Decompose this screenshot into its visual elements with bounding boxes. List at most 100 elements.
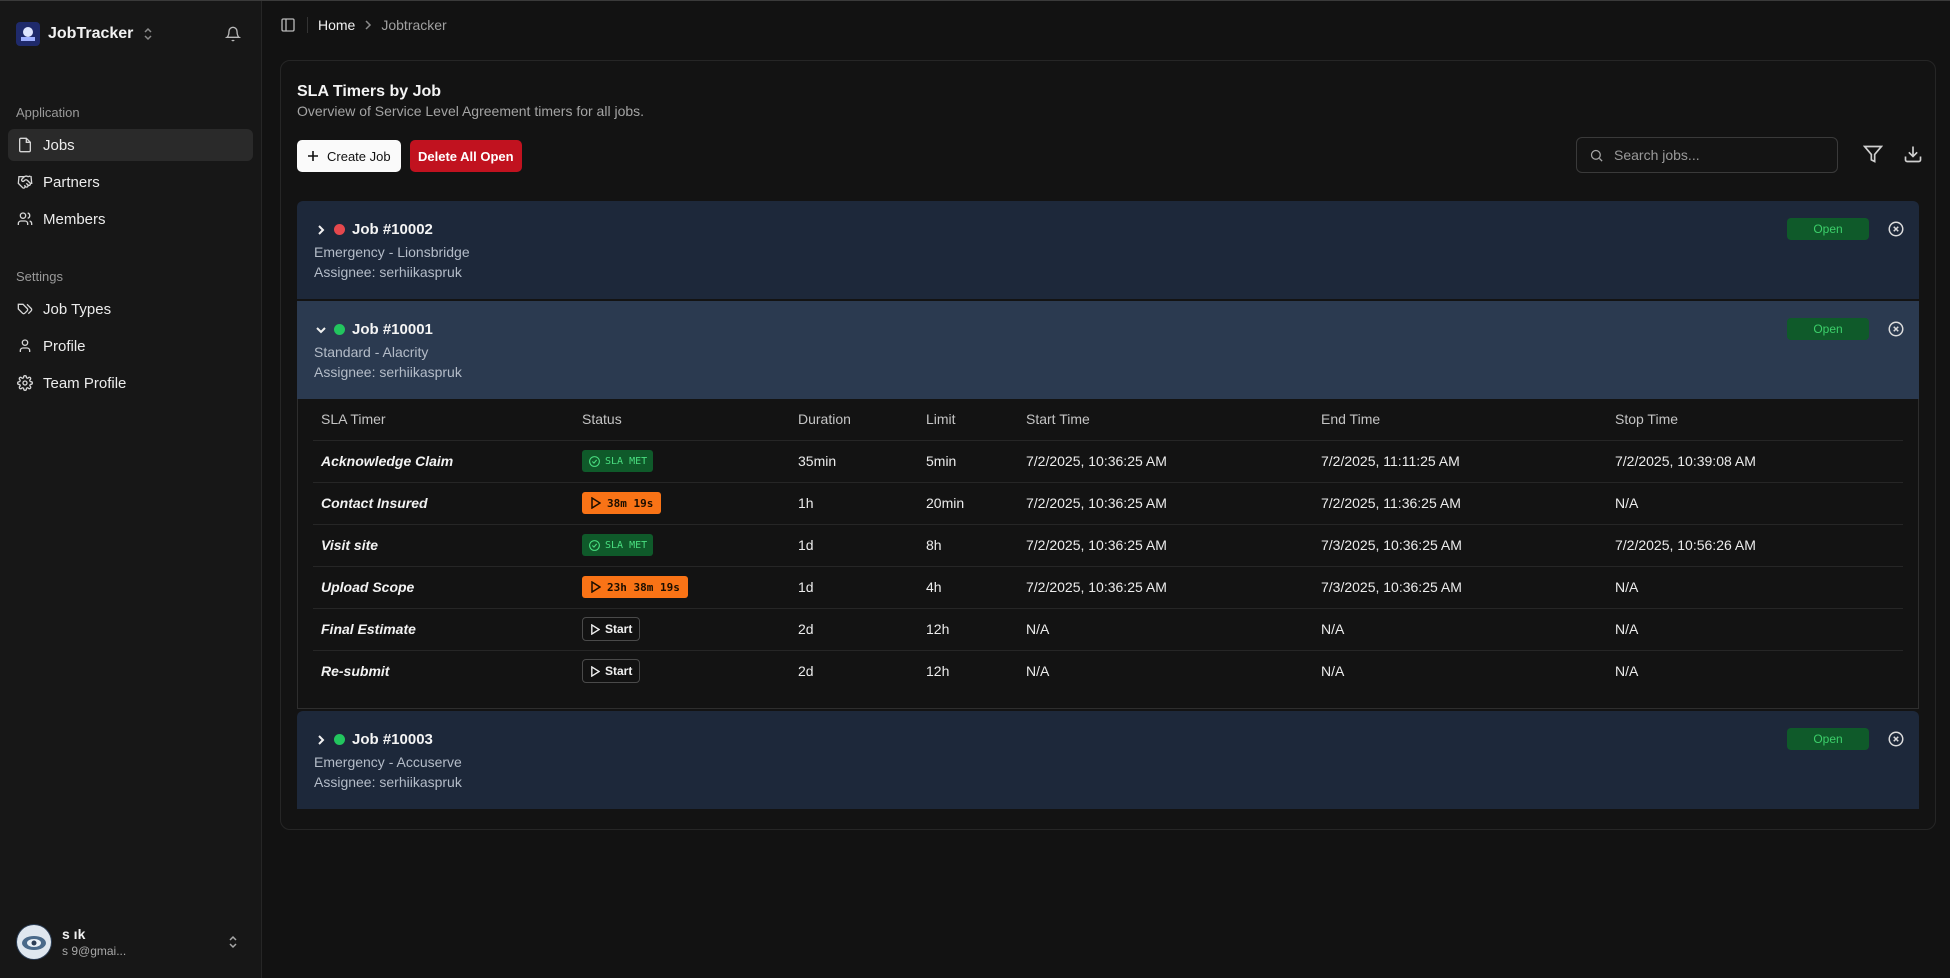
sla-duration: 35min xyxy=(790,440,918,483)
col-stop-time: Stop Time xyxy=(1607,399,1903,441)
col-duration: Duration xyxy=(790,399,918,441)
col-sla-timer: SLA Timer xyxy=(313,399,574,441)
start-label: Start xyxy=(605,622,633,636)
table-row: Contact Insured 38m 19s 1h 20min 7/2/202… xyxy=(313,482,1903,525)
delete-all-open-label: Delete All Open xyxy=(418,148,514,164)
sidebar-item-label: Team Profile xyxy=(43,374,127,392)
sidebar-toggle-icon[interactable] xyxy=(280,17,296,33)
col-status: Status xyxy=(574,399,790,441)
job-type: Standard - Alacrity xyxy=(314,344,429,360)
breadcrumb-current: Jobtracker xyxy=(381,17,447,33)
sla-duration: 2d xyxy=(790,608,918,651)
table-row: Upload Scope 23h 38m 19s 1d 4h 7/2/2025,… xyxy=(313,566,1903,609)
sla-status-text: 23h 38m 19s xyxy=(607,580,680,594)
status-badge: Open xyxy=(1787,218,1869,240)
sla-name: Re-submit xyxy=(321,663,390,680)
sla-status-text: SLA MET xyxy=(605,539,648,551)
sla-table: SLA Timer Status Duration Limit Start Ti… xyxy=(313,399,1903,692)
job-panel-10001[interactable]: Job #10001 Standard - Alacrity Assignee:… xyxy=(297,301,1919,399)
create-job-label: Create Job xyxy=(327,148,391,164)
sla-end: N/A xyxy=(1313,608,1607,651)
close-circle-icon[interactable] xyxy=(1887,320,1905,338)
close-circle-icon[interactable] xyxy=(1887,220,1905,238)
sidebar-item-label: Job Types xyxy=(43,300,112,318)
table-row: Acknowledge Claim SLA MET 35min 5min 7/2… xyxy=(313,440,1903,483)
running-timer-badge[interactable]: 23h 38m 19s xyxy=(582,576,688,598)
status-badge: Open xyxy=(1787,318,1869,340)
sidebar-item-label: Members xyxy=(43,210,106,228)
sla-status-text: 38m 19s xyxy=(607,496,654,510)
sla-duration: 1h xyxy=(790,482,918,525)
search-box[interactable] xyxy=(1576,137,1838,173)
start-timer-button[interactable]: Start xyxy=(582,617,641,641)
sidebar-item-label: Jobs xyxy=(43,136,75,154)
sla-limit: 4h xyxy=(918,566,1018,609)
job-panel-10003[interactable]: Job #10003 Emergency - Accuserve Assigne… xyxy=(297,711,1919,809)
sla-duration: 2d xyxy=(798,663,814,680)
job-title: Job #10001 xyxy=(352,321,433,338)
table-row: Final Estimate Start 2d 12h N/A N/A N/A xyxy=(313,608,1903,651)
chevron-down-icon[interactable] xyxy=(315,324,327,336)
sidebar-item-job-types[interactable]: Job Types xyxy=(8,293,253,325)
job-assignee: Assignee: serhiikaspruk xyxy=(314,264,462,280)
chevron-right-icon[interactable] xyxy=(315,734,327,746)
user-name: s ık xyxy=(62,926,86,942)
sidebar-item-members[interactable]: Members xyxy=(8,203,253,235)
job-assignee: Assignee: serhiikaspruk xyxy=(314,364,462,380)
sla-timers-card: SLA Timers by Job Overview of Service Le… xyxy=(280,60,1936,830)
job-assignee: Assignee: serhiikaspruk xyxy=(314,774,462,790)
start-timer-button[interactable]: Start xyxy=(582,659,641,684)
sla-stop: N/A xyxy=(1607,608,1903,651)
create-job-button[interactable]: Create Job xyxy=(297,140,401,172)
sla-start: 7/2/2025, 10:36:25 AM xyxy=(1018,566,1313,609)
sidebar-item-team-profile[interactable]: Team Profile xyxy=(8,367,253,399)
sla-met-badge: SLA MET xyxy=(582,450,654,472)
col-start-time: Start Time xyxy=(1018,399,1313,441)
start-label: Start xyxy=(605,664,633,679)
chevron-right-icon xyxy=(363,20,373,30)
play-icon xyxy=(590,623,600,635)
sla-end: 7/2/2025, 11:36:25 AM xyxy=(1313,482,1607,525)
sla-start: N/A xyxy=(1026,663,1050,680)
play-icon xyxy=(590,497,601,509)
sidebar-item-profile[interactable]: Profile xyxy=(8,330,253,362)
app-logo xyxy=(16,22,40,46)
sla-start: 7/2/2025, 10:36:25 AM xyxy=(1018,440,1313,483)
page-subtitle: Overview of Service Level Agreement time… xyxy=(297,103,645,119)
running-timer-badge[interactable]: 38m 19s xyxy=(582,492,662,514)
sla-name: Acknowledge Claim xyxy=(313,440,574,483)
top-bar: Home Jobtracker xyxy=(262,1,1950,49)
sla-name: Final Estimate xyxy=(313,608,574,651)
sidebar-item-label: Partners xyxy=(43,173,100,191)
sla-end: 7/3/2025, 10:36:25 AM xyxy=(1313,524,1607,567)
delete-all-open-button[interactable]: Delete All Open xyxy=(410,140,522,172)
header-divider xyxy=(307,17,308,33)
filter-icon[interactable] xyxy=(1863,144,1883,164)
nav-group-application: Application xyxy=(16,105,80,120)
play-icon xyxy=(590,665,600,677)
sidebar-item-label: Profile xyxy=(43,337,86,355)
download-icon[interactable] xyxy=(1903,144,1923,164)
sidebar-item-partners[interactable]: Partners xyxy=(8,166,253,198)
nav-group-settings: Settings xyxy=(16,269,63,284)
sla-met-badge: SLA MET xyxy=(582,534,654,556)
search-input[interactable] xyxy=(1614,147,1814,163)
chevron-updown-icon xyxy=(228,935,238,949)
chevron-right-icon[interactable] xyxy=(315,224,327,236)
sla-stop: N/A xyxy=(1607,482,1903,525)
sla-stop: 7/2/2025, 10:56:26 AM xyxy=(1607,524,1903,567)
sla-name: Contact Insured xyxy=(313,482,574,525)
job-panel-10002[interactable]: Job #10002 Emergency - Lionsbridge Assig… xyxy=(297,201,1919,299)
user-menu[interactable]: s ık s 9@gmai... xyxy=(8,915,253,969)
col-end-time: End Time xyxy=(1313,399,1607,441)
close-circle-icon[interactable] xyxy=(1887,730,1905,748)
sidebar-item-jobs[interactable]: Jobs xyxy=(8,129,253,161)
sla-end: N/A xyxy=(1321,663,1345,680)
chevron-updown-icon xyxy=(143,27,153,41)
breadcrumb-home[interactable]: Home xyxy=(318,17,355,33)
check-circle-icon xyxy=(588,539,601,552)
sla-stop: N/A xyxy=(1615,663,1639,680)
job-type: Emergency - Lionsbridge xyxy=(314,244,470,260)
team-switcher[interactable]: JobTracker xyxy=(16,21,153,47)
bell-icon[interactable] xyxy=(225,26,241,42)
